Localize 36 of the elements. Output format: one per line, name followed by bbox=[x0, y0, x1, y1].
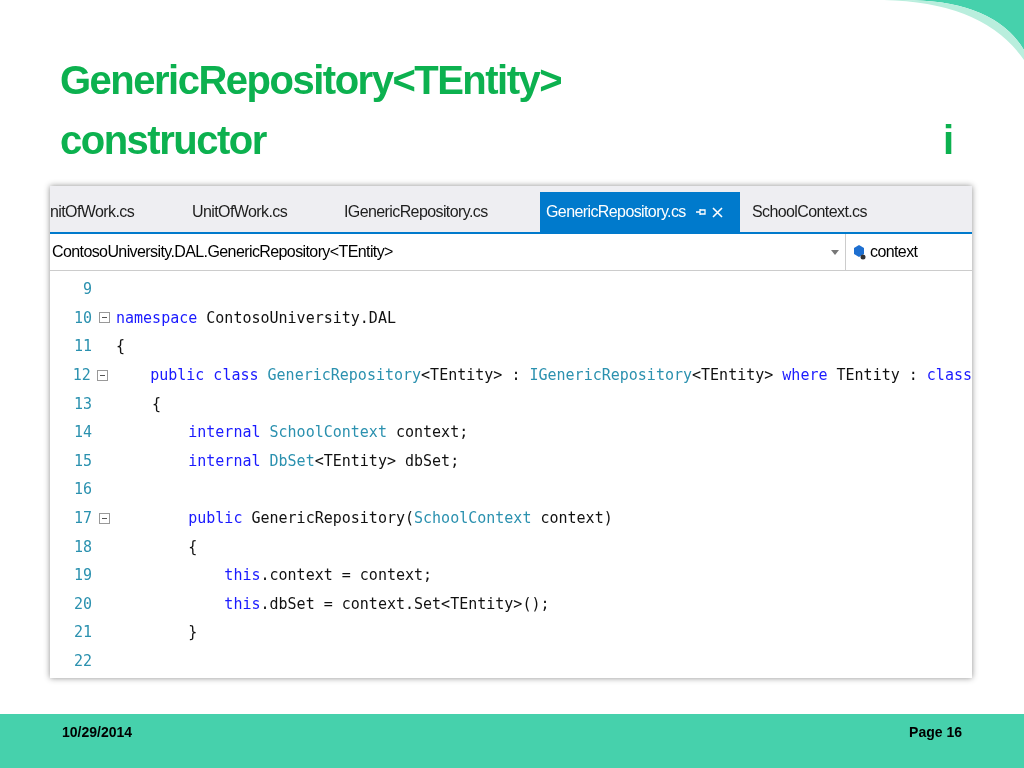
line-number: 17 bbox=[72, 509, 92, 528]
code-line: this.context = context; bbox=[223, 566, 433, 585]
code-line: public GenericRepository(SchoolContext context) bbox=[187, 509, 613, 528]
line-number: 22 bbox=[72, 652, 92, 670]
line-number: 10 bbox=[72, 308, 92, 327]
line-number: 9 bbox=[81, 280, 92, 299]
file-tab[interactable]: IGenericRepository.cs bbox=[334, 192, 540, 232]
line-number: 18 bbox=[72, 537, 92, 556]
file-tab[interactable]: UnitOfWork.cs bbox=[184, 192, 334, 232]
page-number: Page 16 bbox=[909, 724, 962, 740]
line-number: 12 bbox=[71, 366, 91, 385]
member-dropdown[interactable]: context bbox=[846, 234, 972, 270]
file-tab[interactable]: SchoolContext.cs bbox=[740, 192, 879, 232]
file-tab[interactable]: nitOfWork.cs bbox=[50, 192, 184, 232]
code-line: namespace ContosoUniversity.DAL bbox=[116, 308, 396, 327]
code-line: { bbox=[187, 537, 198, 556]
line-number: 16 bbox=[72, 480, 92, 499]
type-dropdown[interactable]: ContosoUniversity.DAL.GenericRepository<TEntity> bbox=[50, 234, 846, 270]
title-mark: i bbox=[942, 117, 954, 164]
slide-date: 10/29/2014 bbox=[62, 724, 133, 740]
code-line: internal DbSet<TEntity> dbSet; bbox=[187, 451, 460, 470]
slide-title: GenericRepository<TEntity> constructor bbox=[60, 57, 563, 164]
code-line: { bbox=[151, 394, 162, 413]
line-number: 13 bbox=[72, 394, 92, 413]
line-number: 11 bbox=[72, 337, 92, 356]
code-line: public class GenericRepository<TEntity> : IGenericRepository<TEntity> where TEntity : class bbox=[149, 366, 972, 385]
line-number: 15 bbox=[72, 451, 92, 470]
code-line: this.dbSet = context.Set<TEntity>(); bbox=[223, 594, 550, 613]
code-line: internal SchoolContext context; bbox=[187, 423, 469, 442]
line-number: 14 bbox=[72, 423, 92, 442]
line-number: 20 bbox=[72, 594, 92, 613]
line-number: 19 bbox=[72, 566, 92, 585]
code-line: } bbox=[187, 623, 198, 642]
file-tab[interactable]: GenericRepository.cs bbox=[540, 192, 740, 232]
line-number: 21 bbox=[72, 623, 92, 642]
code-line: { bbox=[116, 337, 126, 356]
